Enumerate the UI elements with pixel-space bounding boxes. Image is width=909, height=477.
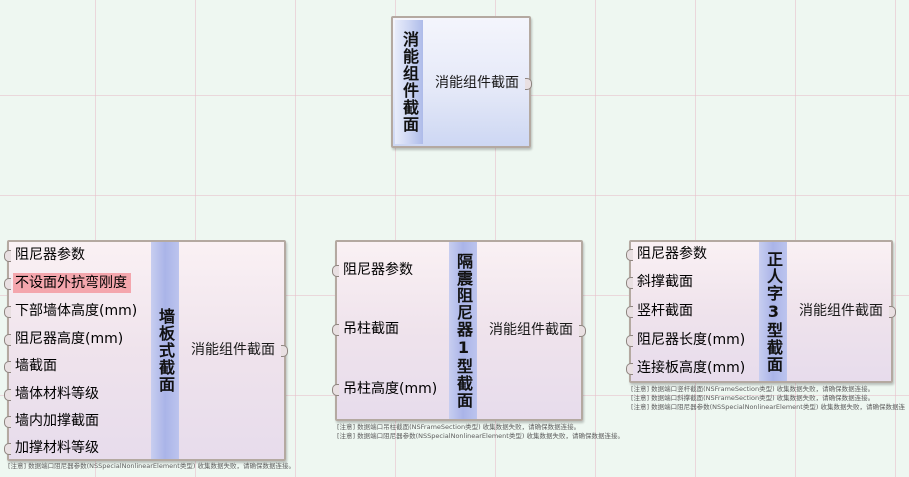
warning-note: [注意] 数据端口斜撑截面(NSFrameSection类型) 收集数据失败，请… [631,394,875,402]
output-port[interactable]: 消能组件截面 [191,340,288,360]
node-title-strip: 消能组件截面 [395,20,423,144]
warning-notes: [注意] 数据端口竖杆截面(NSFrameSection类型) 收集数据失败，请… [631,385,905,412]
input-port-vertical-member-section[interactable]: 竖杆截面 [626,301,693,321]
output-port[interactable]: 消能组件截面 [489,320,586,340]
node-title-strip: 隔震阻尼器1型截面 [449,242,477,419]
warning-note: [注意] 数据端口竖杆截面(NSFrameSection类型) 收集数据失败，请… [631,385,875,393]
warning-notes: [注意] 数据端口吊柱截面(NSFrameSection类型) 收集数据失败，请… [337,423,624,441]
input-port-damper-height[interactable]: 阻尼器高度(mm) [3,329,123,349]
node-title-strip: 墙板式截面 [151,242,179,459]
input-port-damper-params[interactable]: 阻尼器参数 [4,245,85,265]
input-port-damper-params[interactable]: 阻尼器参数 [626,244,707,264]
input-port-hanging-column-height[interactable]: 吊柱高度(mm) [331,379,437,399]
input-port-wall-material-grade[interactable]: 墙体材料等级 [4,384,99,404]
node-isolation-damper-section[interactable]: 阻尼器参数 吊柱截面 吊柱高度(mm) 隔震阻尼器1型截面 消能组件截面 [331,240,586,421]
warning-note: [注意] 数据端口阻尼器参数(NSSpecialNonlinearElement… [631,403,905,411]
input-port-damper-params[interactable]: 阻尼器参数 [332,260,413,280]
node-energy-dissipation-section[interactable]: 消能组件截面 消能组件截面 [391,16,532,148]
warning-note: [注意] 数据端口阻尼器参数(NSSpecialNonlinearElement… [337,432,624,440]
node-title: 隔震阻尼器1型截面 [454,252,473,409]
input-port-connection-plate-height[interactable]: 连接板高度(mm) [625,358,745,378]
node-wall-panel-section[interactable]: 阻尼器参数 不设面外抗弯刚度 下部墙体高度(mm) 阻尼器高度(mm) 墙截面 … [3,240,288,461]
input-port-brace-material-grade[interactable]: 加撑材料等级 [4,438,99,458]
node-body: 阻尼器参数 吊柱截面 吊柱高度(mm) 隔震阻尼器1型截面 消能组件截面 [331,240,586,421]
input-port-wall-section[interactable]: 墙截面 [4,356,57,376]
input-port-wall-brace-section[interactable]: 墙内加撑截面 [4,411,99,431]
node-title: 墙板式截面 [156,308,175,393]
node-inverted-v-brace-section[interactable]: 阻尼器参数 斜撑截面 竖杆截面 阻尼器长度(mm) 连接板高度(mm) 正人字3… [625,240,896,383]
input-port-hanging-column-section[interactable]: 吊柱截面 [332,319,399,339]
output-port[interactable]: 消能组件截面 [435,73,532,93]
node-title: 消能组件截面 [400,31,419,133]
warning-note: [注意] 数据端口吊柱截面(NSFrameSection类型) 收集数据失败，请… [337,423,581,431]
input-port-lower-wall-height[interactable]: 下部墙体高度(mm) [3,301,137,321]
node-body: 消能组件截面 消能组件截面 [391,16,532,148]
node-body: 阻尼器参数 不设面外抗弯刚度 下部墙体高度(mm) 阻尼器高度(mm) 墙截面 … [3,240,288,461]
node-title: 正人字3型截面 [764,250,783,373]
output-port[interactable]: 消能组件截面 [799,301,896,321]
input-port-damper-length[interactable]: 阻尼器长度(mm) [625,330,745,350]
input-port-diagonal-brace-section[interactable]: 斜撑截面 [626,272,693,292]
warning-note: [注意] 数据端口阻尼器参数(NSSpecialNonlinearElement… [8,462,295,470]
node-body: 阻尼器参数 斜撑截面 竖杆截面 阻尼器长度(mm) 连接板高度(mm) 正人字3… [625,240,896,383]
node-title-strip: 正人字3型截面 [759,242,787,381]
input-port-no-out-of-plane-stiffness[interactable]: 不设面外抗弯刚度 [4,273,131,293]
warning-notes: [注意] 数据端口阻尼器参数(NSSpecialNonlinearElement… [8,462,295,471]
